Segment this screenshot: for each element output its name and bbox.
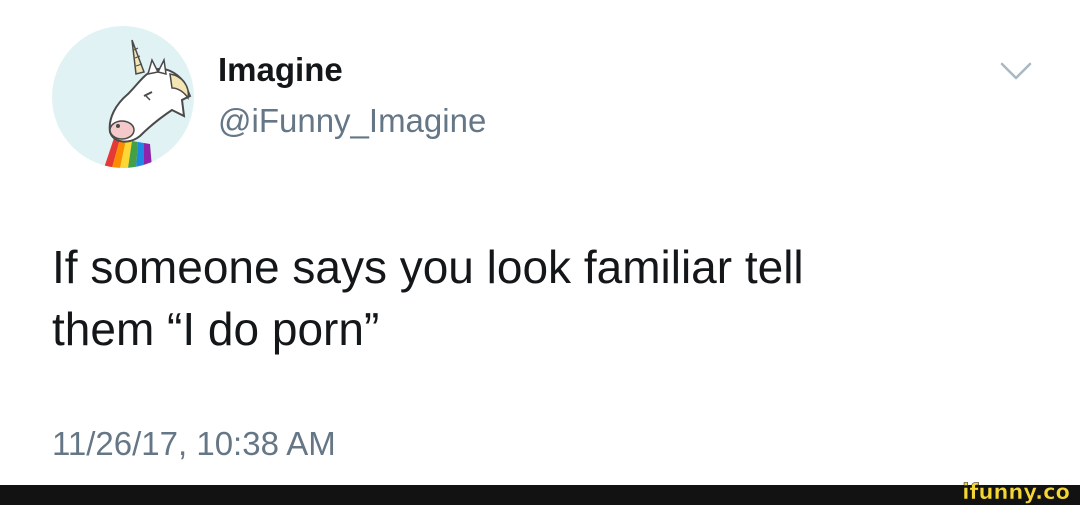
author-display-name[interactable]: Imagine: [218, 50, 343, 90]
tweet-text-line: If someone says you look familiar tell: [52, 241, 804, 293]
ifunny-watermark-logo: ifunny.co: [962, 480, 1070, 504]
unicorn-avatar-icon: [104, 39, 192, 168]
tweet-timestamp[interactable]: 11/26/17, 10:38 AM: [52, 424, 336, 464]
rainbow-stream: [104, 138, 152, 168]
tweet-card: Imagine @iFunny_Imagine If someone says …: [0, 0, 1080, 485]
profile-avatar[interactable]: [52, 26, 194, 168]
tweet-menu-button[interactable]: [996, 56, 1036, 86]
tweet-text: If someone says you look familiar tell t…: [52, 236, 972, 360]
author-handle[interactable]: @iFunny_Imagine: [218, 101, 486, 141]
watermark-text: ifunny.co: [962, 480, 1070, 504]
tweet-text-line: them “I do porn”: [52, 303, 380, 355]
chevron-down-icon: [1000, 62, 1032, 80]
watermark-bar: [0, 485, 1080, 505]
